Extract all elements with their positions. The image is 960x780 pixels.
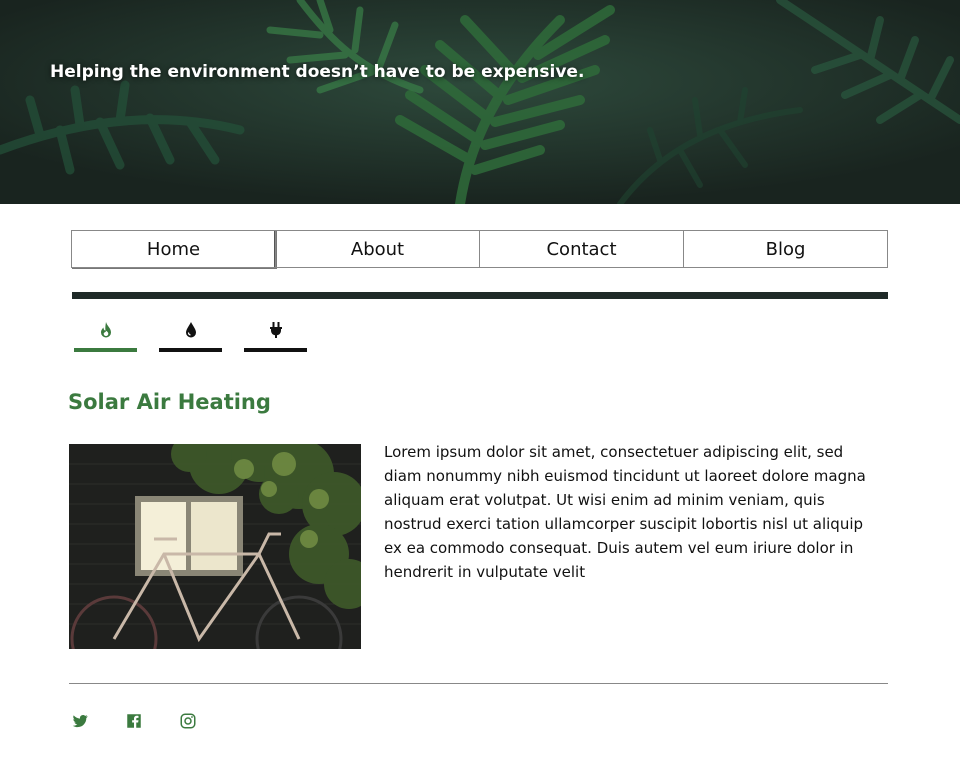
tab-water[interactable]: [159, 318, 222, 352]
article-body: Lorem ipsum dolor sit amet, consectetuer…: [384, 443, 866, 581]
twitter-link[interactable]: [70, 711, 90, 731]
section-divider: [72, 292, 888, 299]
bicycle-photo: [69, 444, 361, 649]
plug-icon: [269, 322, 282, 338]
section-title: Solar Air Heating: [68, 390, 271, 414]
tab-electric[interactable]: [244, 318, 307, 352]
tab-heating[interactable]: [74, 318, 137, 352]
fern-background-image: [0, 0, 960, 204]
instagram-link[interactable]: [178, 711, 198, 731]
instagram-icon: [180, 713, 196, 729]
social-links: [70, 711, 198, 731]
facebook-link[interactable]: [124, 711, 144, 731]
hero-banner: Helping the environment doesn’t have to …: [0, 0, 960, 204]
twitter-icon: [72, 714, 88, 728]
main-navigation: Home About Contact Blog: [71, 230, 888, 268]
nav-item-blog[interactable]: Blog: [684, 230, 888, 268]
flame-icon: [100, 322, 111, 338]
hero-tagline: Helping the environment doesn’t have to …: [50, 62, 585, 82]
nav-item-contact[interactable]: Contact: [480, 230, 684, 268]
nav-item-home[interactable]: Home: [71, 230, 276, 268]
category-tabs: [74, 318, 307, 352]
nav-item-about[interactable]: About: [276, 230, 480, 268]
footer-divider: [69, 683, 888, 684]
water-drop-icon: [185, 322, 196, 338]
facebook-icon: [127, 714, 141, 728]
